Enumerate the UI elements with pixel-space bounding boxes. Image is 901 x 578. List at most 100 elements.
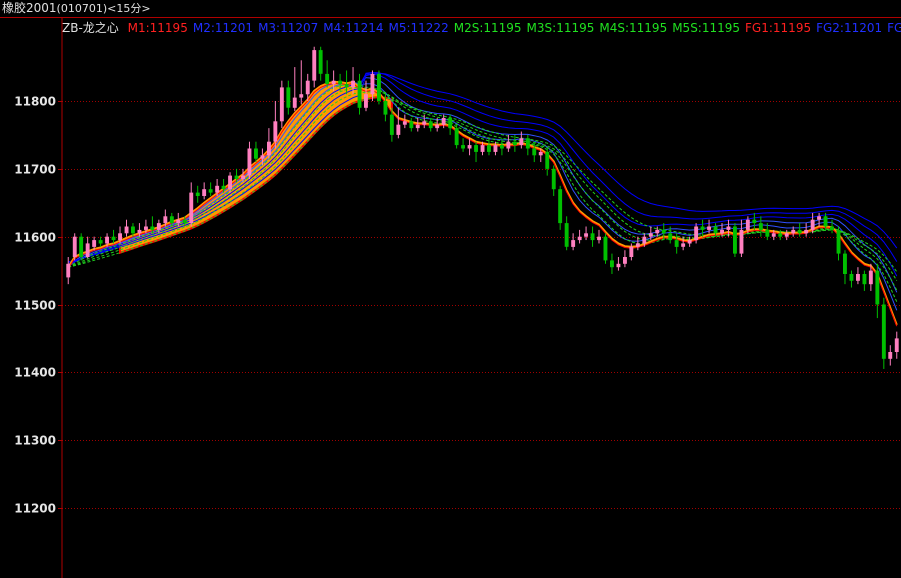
indicator-value: M1:11195 [127, 21, 188, 35]
candle-body [888, 352, 893, 359]
candle-body [338, 80, 343, 85]
candle-body [234, 175, 239, 179]
indicator-value: M4S:11195 [599, 21, 668, 35]
candle-body [707, 226, 711, 230]
candle [409, 117, 414, 132]
candle-body [610, 260, 614, 268]
candle [558, 185, 563, 230]
candle [396, 107, 401, 139]
candle [881, 297, 886, 369]
candle-body [312, 50, 317, 81]
indicator-value: FG3:11207 [887, 21, 901, 35]
candle [247, 141, 252, 180]
candle-body [603, 236, 608, 261]
candle-body [629, 246, 634, 257]
candle [318, 46, 323, 81]
indicator-value: M3:11207 [258, 21, 319, 35]
candle [189, 182, 194, 227]
candle [733, 223, 737, 258]
candle-body [461, 145, 465, 149]
candle-body [500, 145, 504, 149]
candle-body [784, 233, 789, 237]
candle-body [545, 151, 550, 169]
candle-body [480, 145, 485, 152]
candle-body [79, 236, 84, 257]
candle-body [506, 141, 511, 149]
candle-body [810, 219, 815, 230]
candlestick-chart[interactable]: 11800 11700 11600 11500 11400 11300 11200 [0, 0, 901, 578]
candle [836, 226, 841, 261]
candle-body [124, 226, 129, 234]
candle [597, 229, 601, 244]
candle-body [182, 219, 187, 224]
candle-body [137, 229, 142, 234]
indicator-value: M5S:11195 [672, 21, 741, 35]
candle-body [525, 138, 530, 149]
candle-body [208, 189, 213, 193]
candle-body [519, 138, 524, 146]
candle [894, 331, 899, 359]
candle-body [383, 101, 388, 115]
candle-body [648, 233, 653, 237]
indicator-value: FG1:11195 [745, 21, 812, 35]
candle [525, 134, 530, 156]
candle-body [597, 236, 601, 241]
candle-body [273, 121, 278, 142]
indicator-name: ZB-龙之心 [62, 21, 119, 35]
candle-body [111, 236, 116, 241]
candle [564, 216, 569, 251]
candle-body [726, 226, 731, 230]
candle-body [668, 233, 673, 241]
candle [862, 270, 867, 291]
candle-body [538, 151, 543, 156]
candle-body [868, 270, 873, 285]
candle [195, 185, 200, 203]
candle-body [118, 233, 122, 241]
y-tick-label: 11800 [14, 95, 56, 109]
candle-body [823, 216, 828, 227]
y-tick-label: 11500 [14, 299, 56, 313]
candle-body [830, 226, 834, 230]
candle-body [739, 229, 744, 254]
candle-body [215, 185, 220, 193]
candle-body [72, 236, 77, 257]
candle-body [299, 94, 304, 98]
candle-body [364, 94, 368, 108]
candle [804, 223, 809, 237]
candle-body [195, 192, 200, 196]
candle-body [843, 253, 847, 274]
candle-body [176, 219, 181, 224]
candle-body [131, 226, 135, 234]
signal-line [68, 87, 898, 291]
candle-body [532, 148, 537, 156]
y-tick-label: 11700 [14, 163, 56, 177]
candle [286, 80, 291, 115]
candle-body [221, 185, 226, 190]
candle-body [797, 229, 802, 234]
candle-body [241, 175, 245, 179]
candle [506, 134, 511, 152]
candle [312, 46, 317, 88]
candle-body [745, 219, 750, 230]
candle [577, 229, 582, 244]
candle-body [228, 175, 232, 190]
candle-body [836, 229, 841, 254]
candle-body [318, 50, 323, 74]
candle-body [474, 145, 478, 152]
candle-body [694, 226, 699, 241]
candle-body [247, 148, 252, 176]
candle-body [765, 229, 770, 237]
candle-body [396, 124, 401, 135]
candle-body [881, 304, 886, 359]
candle-body [66, 263, 71, 278]
candle-body [331, 80, 336, 85]
candle-body [804, 229, 809, 234]
candle [85, 236, 90, 259]
candle-body [571, 240, 576, 247]
candle [299, 60, 304, 105]
candle-body [267, 141, 271, 156]
indicator-value: FG2:11201 [816, 21, 883, 35]
candle-body [370, 73, 375, 95]
candle-body [674, 240, 679, 247]
candle [357, 73, 362, 115]
